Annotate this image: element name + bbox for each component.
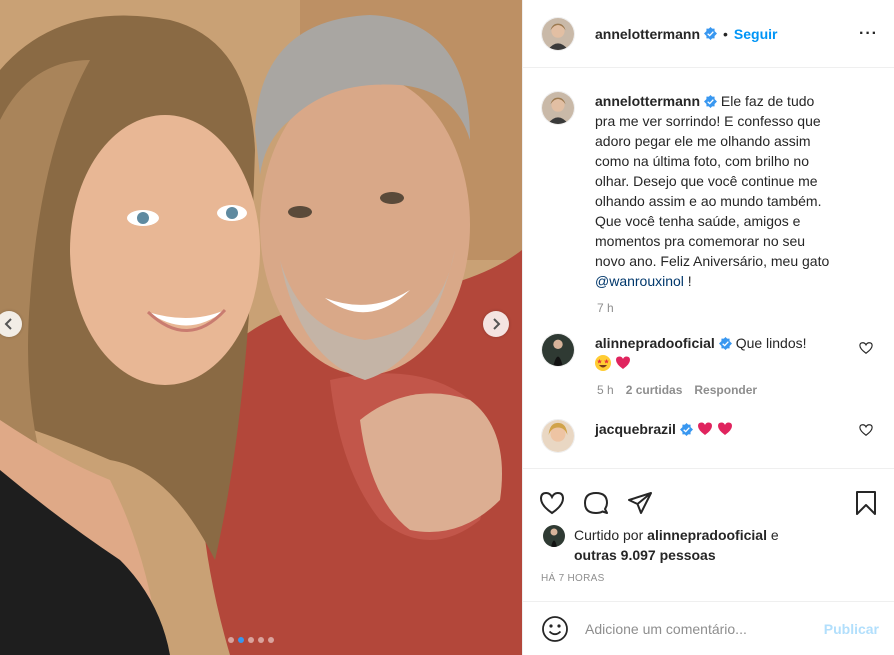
comments-list[interactable]: annelottermann Ele faz de tudo pra me ve… xyxy=(523,69,894,467)
action-bar xyxy=(523,469,894,521)
liker-avatar[interactable] xyxy=(543,525,565,547)
chevron-right-icon xyxy=(493,318,501,330)
chevron-left-icon xyxy=(4,318,12,330)
caption-text: annelottermann Ele faz de tudo pra me ve… xyxy=(595,91,835,291)
add-comment-bar: Publicar xyxy=(523,601,894,655)
caption-time[interactable]: 7 h xyxy=(597,301,614,315)
comment-meta: 5 h 2 curtidas Responder xyxy=(597,383,879,397)
caption-end: ! xyxy=(683,273,692,289)
couple-selfie-image xyxy=(0,0,522,655)
liker-username[interactable]: alinnepradooficial xyxy=(647,527,767,543)
star-struck-emoji-icon xyxy=(595,355,611,371)
comment-item: alinnepradooficial Que lindos! 5 h 2 cur… xyxy=(541,333,879,397)
caption-body: Ele faz de tudo pra me ver sorrindo! E c… xyxy=(595,93,830,269)
commenter-username[interactable]: alinnepradooficial xyxy=(595,335,715,351)
next-slide-button[interactable] xyxy=(483,311,509,337)
like-heart-icon[interactable] xyxy=(539,490,565,516)
comment-text: alinnepradooficial Que lindos! xyxy=(595,333,831,373)
comment-text: jacquebrazil xyxy=(595,419,831,453)
comment-input[interactable] xyxy=(585,621,824,637)
reply-button[interactable]: Responder xyxy=(694,383,757,397)
comment-likes-count[interactable]: 2 curtidas xyxy=(626,383,683,397)
follow-button[interactable]: Seguir xyxy=(734,26,778,42)
red-heart-emoji-icon xyxy=(615,356,630,369)
post-actions-section: Curtido por alinnepradooficial e outras … xyxy=(523,468,894,655)
carousel-dot xyxy=(248,637,254,643)
like-comment-heart-icon[interactable] xyxy=(859,341,873,355)
carousel-dot xyxy=(238,637,244,643)
carousel-dot xyxy=(228,637,234,643)
post-header: annelottermann • Seguir ··· xyxy=(523,0,894,68)
carousel-dot xyxy=(258,637,264,643)
caption-author-username[interactable]: annelottermann xyxy=(595,93,700,109)
save-bookmark-icon[interactable] xyxy=(853,490,879,516)
like-comment-heart-icon[interactable] xyxy=(859,423,873,437)
post-details-panel: annelottermann • Seguir ··· annelotterma… xyxy=(522,0,894,655)
comment-body: Que lindos! xyxy=(735,335,807,351)
verified-badge-icon xyxy=(679,423,693,436)
comment-bubble-icon[interactable] xyxy=(583,490,609,516)
verified-badge-icon xyxy=(704,27,718,40)
carousel-dot xyxy=(268,637,274,643)
comment-time[interactable]: 5 h xyxy=(597,383,614,397)
commenter-avatar[interactable] xyxy=(541,333,575,367)
caption-mention-link[interactable]: @wanrouxinol xyxy=(595,273,684,289)
red-heart-emoji-icon xyxy=(717,422,732,435)
likes-summary: Curtido por alinnepradooficial e outras … xyxy=(523,525,894,565)
commenter-username[interactable]: jacquebrazil xyxy=(595,421,676,437)
more-options-button[interactable]: ··· xyxy=(859,25,878,43)
verified-badge-icon xyxy=(704,95,718,108)
red-heart-emoji-icon xyxy=(697,422,712,435)
caption-meta: 7 h xyxy=(597,301,879,315)
likes-text: Curtido por alinnepradooficial e outras … xyxy=(574,525,779,565)
commenter-avatar[interactable] xyxy=(541,419,575,453)
author-username[interactable]: annelottermann xyxy=(595,26,700,42)
likes-prefix: Curtido por xyxy=(574,527,644,543)
share-paper-plane-icon[interactable] xyxy=(627,490,653,516)
verified-badge-icon xyxy=(718,337,732,350)
post-timestamp[interactable]: HÁ 7 HORAS xyxy=(523,573,894,584)
post-photo[interactable] xyxy=(0,0,522,655)
caption-author-avatar[interactable] xyxy=(541,91,575,125)
likes-and: e xyxy=(770,527,779,543)
publish-button[interactable]: Publicar xyxy=(824,621,879,637)
caption-row: annelottermann Ele faz de tudo pra me ve… xyxy=(541,91,879,291)
separator-dot: • xyxy=(723,25,728,42)
carousel-indicator xyxy=(228,637,274,643)
likes-others-link[interactable]: outras 9.097 pessoas xyxy=(574,547,716,563)
emoji-smiley-icon[interactable] xyxy=(541,615,569,643)
comment-item: jacquebrazil xyxy=(541,419,879,453)
author-avatar[interactable] xyxy=(541,16,575,51)
